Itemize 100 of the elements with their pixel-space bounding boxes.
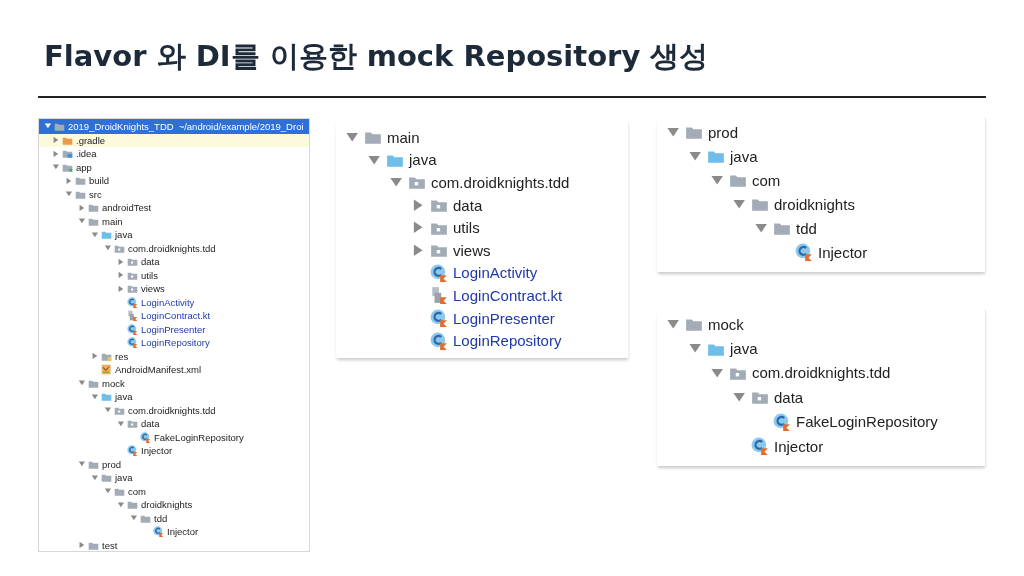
tree-row[interactable]: FakeLoginRepository [39, 430, 310, 444]
kotlin-class-icon [430, 331, 449, 350]
tree-row[interactable]: java [39, 471, 310, 485]
collapse-arrow-icon[interactable] [103, 406, 112, 415]
tree-row[interactable]: data [39, 417, 310, 431]
collapse-arrow-icon[interactable] [90, 392, 99, 401]
tree-row[interactable]: LoginPresenter [39, 322, 310, 336]
collapse-arrow-icon[interactable] [116, 500, 125, 509]
file-name: java [115, 229, 133, 241]
tree-row[interactable]: java [657, 144, 985, 168]
file-name: main [387, 128, 420, 146]
expand-arrow-icon[interactable] [77, 203, 86, 212]
tree-row[interactable]: java [336, 148, 628, 172]
file-name: java [730, 340, 758, 358]
tree-row[interactable]: Injector [657, 240, 985, 264]
collapse-arrow-icon[interactable] [77, 217, 86, 226]
tree-row[interactable]: res [39, 349, 310, 363]
kotlin-class-icon [127, 445, 138, 457]
file-name: main [102, 215, 123, 227]
tree-row[interactable]: java [657, 336, 985, 361]
tree-row[interactable]: data [336, 193, 628, 217]
file-name: prod [102, 458, 121, 470]
tree-row[interactable]: Injector [657, 433, 985, 459]
file-name: java [730, 147, 758, 165]
collapse-arrow-icon[interactable] [103, 244, 112, 253]
file-name: droidknights [774, 195, 855, 213]
tree-row[interactable]: com.droidknights.tdd [336, 171, 628, 194]
collapse-arrow-icon[interactable] [43, 122, 52, 131]
tree-row[interactable]: views [336, 238, 628, 262]
tree-row[interactable]: views [39, 282, 310, 296]
file-name: mock [102, 377, 125, 389]
tree-row[interactable]: LoginActivity [336, 261, 628, 285]
tree-row[interactable]: androidTest [39, 201, 310, 215]
tree-row[interactable]: droidknights [39, 498, 310, 512]
collapse-arrow-icon[interactable] [90, 473, 99, 482]
tree-row[interactable]: FakeLoginRepository [657, 409, 985, 434]
tree-row[interactable]: com [657, 168, 985, 192]
tree-row[interactable]: java [39, 390, 310, 404]
tree-row[interactable]: LoginContract.kt [336, 284, 628, 307]
tree-row[interactable]: droidknights [657, 192, 985, 216]
expand-arrow-icon[interactable] [90, 352, 99, 361]
tree-row[interactable]: com.droidknights.tdd [39, 403, 310, 417]
tree-row[interactable]: java [39, 228, 310, 242]
collapse-arrow-icon[interactable] [64, 190, 73, 199]
tree-row[interactable]: mock [657, 312, 985, 337]
collapse-arrow-icon[interactable] [116, 419, 125, 428]
tree-row[interactable]: data [657, 385, 985, 410]
tree-row[interactable]: build [39, 174, 310, 188]
file-name: res [115, 350, 129, 362]
tree-row[interactable]: tdd [39, 511, 310, 525]
collapse-arrow-icon[interactable] [77, 379, 86, 388]
file-name: LoginContract.kt [141, 310, 211, 322]
expand-arrow-icon[interactable] [64, 176, 73, 185]
tree-row[interactable]: LoginPresenter [336, 306, 628, 330]
tree-row[interactable]: utils [336, 216, 628, 239]
tree-row[interactable]: LoginRepository [336, 329, 628, 352]
file-name: test [102, 539, 118, 551]
tree-row[interactable]: LoginRepository [39, 336, 310, 350]
expand-arrow-icon[interactable] [77, 541, 86, 550]
tree-row[interactable]: LoginActivity [39, 295, 310, 309]
tree-row[interactable]: com [39, 484, 310, 498]
file-name: mock [708, 315, 744, 333]
tree-row[interactable]: com.droidknights.tdd [657, 360, 985, 386]
collapse-arrow-icon[interactable] [103, 487, 112, 496]
kotlin-class-icon [430, 309, 449, 328]
tree-row[interactable]: mock [39, 376, 310, 390]
tree-row[interactable]: prod [657, 120, 985, 144]
tree-row[interactable]: app [39, 160, 310, 174]
tree-row[interactable]: test [39, 538, 310, 551]
expand-arrow-icon[interactable] [116, 284, 125, 293]
idea-folder-icon [62, 148, 73, 160]
expand-arrow-icon[interactable] [116, 257, 125, 266]
tree-row[interactable]: main [39, 214, 310, 228]
tree-row[interactable]: Injector [39, 525, 310, 539]
tree-row[interactable]: main [336, 126, 628, 149]
project-root-row[interactable]: 2019_DroidKnights_TDD ~/android/example/2019_Droi [39, 119, 310, 134]
tree-row[interactable]: LoginContract.kt [39, 309, 310, 323]
kotlin-class-icon [430, 263, 449, 282]
collapse-arrow-icon[interactable] [90, 230, 99, 239]
collapse-arrow-icon[interactable] [77, 460, 86, 469]
tree-row[interactable]: tdd [657, 216, 985, 240]
file-name: utils [141, 269, 158, 281]
tree-row[interactable]: AndroidManifest.xml [39, 363, 310, 377]
file-name: data [141, 418, 160, 430]
tree-row[interactable]: com.droidknights.tdd [39, 241, 310, 255]
tree-row[interactable]: utils [39, 268, 310, 282]
tree-row[interactable]: Injector [39, 444, 310, 458]
tree-row[interactable]: .idea [39, 147, 310, 161]
expand-arrow-icon[interactable] [51, 149, 60, 158]
expand-arrow-icon[interactable] [51, 136, 60, 145]
tree-row[interactable]: data [39, 255, 310, 269]
expand-arrow-icon[interactable] [116, 271, 125, 280]
tree-row[interactable]: src [39, 187, 310, 201]
file-name: com [752, 171, 781, 189]
tree-row[interactable]: prod [39, 457, 310, 471]
file-name: prod [708, 123, 739, 141]
file-name: .idea [76, 148, 97, 160]
file-name: utils [453, 219, 480, 237]
collapse-arrow-icon[interactable] [51, 163, 60, 172]
collapse-arrow-icon[interactable] [129, 514, 138, 523]
